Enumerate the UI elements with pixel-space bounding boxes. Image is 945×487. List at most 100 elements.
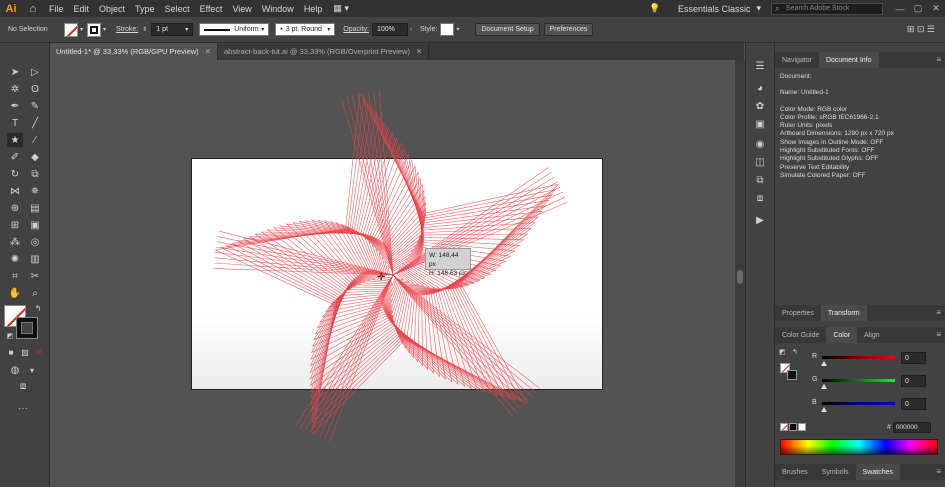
eraser-tool-icon[interactable]: ◆ <box>27 150 43 164</box>
gradient-tool-icon[interactable]: ▣ <box>27 218 43 232</box>
home-icon[interactable]: ⌂ <box>22 3 44 15</box>
graphic-styles-panel-icon[interactable]: ◉ <box>753 137 767 151</box>
shaper-tool-icon[interactable]: ✐ <box>7 150 23 164</box>
lasso-tool-icon[interactable]: ʘ <box>27 82 43 96</box>
minimize-button[interactable]: — <box>891 4 909 14</box>
variable-width-profile[interactable]: Uniform ▾ <box>199 23 270 36</box>
stroke-dropdown-icon[interactable]: ▾ <box>103 26 106 33</box>
style-dropdown-icon[interactable]: ▾ <box>456 26 459 33</box>
actions-panel-icon[interactable]: ▶ <box>753 213 767 227</box>
blend-tool-icon[interactable]: ◎ <box>27 235 43 249</box>
symbol-sprayer-tool-icon[interactable]: ✺ <box>7 252 23 266</box>
tab-symbols[interactable]: Symbols <box>815 464 856 480</box>
tab-align[interactable]: Align <box>857 327 887 343</box>
width-tool-icon[interactable]: ⋈ <box>7 184 23 198</box>
graphic-style-swatch[interactable] <box>440 23 455 36</box>
maximize-button[interactable]: ▢ <box>909 3 927 14</box>
panel-options-icon[interactable]: ≡ <box>936 467 941 476</box>
perspective-grid-tool-icon[interactable]: ▤ <box>27 201 43 215</box>
draw-mode-dropdown-icon[interactable]: ▾ <box>24 363 40 377</box>
stroke-stepper-icon[interactable]: ⇕ <box>142 26 147 33</box>
links-panel-icon[interactable]: ⧈ <box>753 191 767 205</box>
none-swatch[interactable] <box>780 423 788 431</box>
green-slider-track[interactable] <box>822 379 895 382</box>
close-button[interactable]: ✕ <box>927 3 945 14</box>
curvature-tool-icon[interactable]: ✎ <box>27 99 43 113</box>
blue-slider-track[interactable] <box>822 402 895 405</box>
red-slider-handle[interactable] <box>821 361 827 366</box>
panel-options-icon[interactable]: ≡ <box>936 308 941 317</box>
panel-options-icon[interactable]: ≡ <box>936 330 941 339</box>
tab-navigator[interactable]: Navigator <box>775 52 819 68</box>
type-tool-icon[interactable]: T <box>7 116 23 130</box>
stroke-swatch[interactable] <box>87 22 102 37</box>
menu-edit[interactable]: Edit <box>69 4 95 14</box>
menu-type[interactable]: Type <box>130 4 160 14</box>
panel-options-icon[interactable]: ≡ <box>936 55 941 64</box>
red-slider-track[interactable] <box>822 356 895 359</box>
stock-search-input[interactable]: ⌕ Search Adobe Stock <box>771 2 883 15</box>
fill-dropdown-icon[interactable]: ▾ <box>80 26 83 33</box>
fill-swatch[interactable] <box>64 22 78 37</box>
tab-untitled-1[interactable]: Untitled-1* @ 33,33% (RGB/GPU Preview) ✕ <box>50 43 218 60</box>
green-value-field[interactable]: 0 <box>901 375 926 387</box>
zoom-tool-icon[interactable]: ⌕ <box>27 286 43 300</box>
white-swatch[interactable] <box>798 423 806 431</box>
tab-color-guide[interactable]: Color Guide <box>775 327 826 343</box>
menu-object[interactable]: Object <box>94 4 130 14</box>
pen-tool-icon[interactable]: ✒ <box>7 99 23 113</box>
stroke-weight-field[interactable]: 1 pt ▾ <box>151 23 194 36</box>
scrollbar-thumb[interactable] <box>737 270 743 284</box>
blue-slider-handle[interactable] <box>821 407 827 412</box>
lightbulb-icon[interactable]: 💡 <box>646 3 664 14</box>
hand-tool-icon[interactable]: ✋ <box>7 286 23 300</box>
tab-color[interactable]: Color <box>826 327 858 343</box>
black-swatch[interactable] <box>789 423 797 431</box>
draw-mode-icon[interactable]: ◍ <box>7 363 23 377</box>
eyedropper-tool-icon[interactable]: ⁂ <box>7 235 23 249</box>
more-tools-icon[interactable]: ··· <box>15 401 31 415</box>
none-mode-icon[interactable]: ⧄ <box>31 345 47 359</box>
mesh-tool-icon[interactable]: ⊞ <box>7 218 23 232</box>
column-graph-tool-icon[interactable]: ▥ <box>27 252 43 266</box>
preferences-button[interactable]: Preferences <box>543 23 594 36</box>
brushes-panel-icon[interactable]: ✿ <box>753 99 767 113</box>
slice-tool-icon[interactable]: ✂ <box>27 269 43 283</box>
tab-properties[interactable]: Properties <box>775 305 821 321</box>
artboards-panel-icon[interactable]: ⧉ <box>753 173 767 187</box>
brush-definition[interactable]: • 3 pt. Round ▾ <box>275 23 336 36</box>
scale-tool-icon[interactable]: ⧉ <box>27 167 43 181</box>
green-slider-handle[interactable] <box>821 384 827 389</box>
screen-mode-icon[interactable]: ⧈ <box>15 379 31 393</box>
swatches-panel-icon[interactable]: ◕ <box>753 81 767 95</box>
stroke-label[interactable]: Stroke: <box>116 26 138 33</box>
close-tab-icon[interactable]: ✕ <box>416 47 422 56</box>
direct-selection-tool-icon[interactable]: ▷ <box>27 65 43 79</box>
star-blend-artwork[interactable] <box>50 60 735 487</box>
rotate-tool-icon[interactable]: ↻ <box>7 167 23 181</box>
arrange-documents-icon[interactable]: ▦ ▾ <box>333 3 349 14</box>
puppet-warp-tool-icon[interactable]: ✵ <box>27 184 43 198</box>
shape-builder-tool-icon[interactable]: ⊕ <box>7 201 23 215</box>
menu-file[interactable]: File <box>44 4 69 14</box>
opacity-label[interactable]: Opacity: <box>343 26 369 33</box>
color-spectrum[interactable] <box>780 439 938 455</box>
menu-select[interactable]: Select <box>160 4 195 14</box>
layers-panel-icon[interactable]: ◫ <box>753 155 767 169</box>
workspace-dropdown-icon[interactable]: ▾ <box>756 3 761 14</box>
line-segment-tool-icon[interactable]: ╱ <box>27 116 43 130</box>
red-value-field[interactable]: 0 <box>901 352 926 364</box>
align-icon[interactable]: ⊞ ⊡ ☰ <box>907 24 935 35</box>
artboard-tool-icon[interactable]: ⌗ <box>7 269 23 283</box>
swap-fill-stroke-icon[interactable]: ↰ <box>30 301 46 315</box>
menu-window[interactable]: Window <box>257 4 299 14</box>
star-tool-icon[interactable]: ★ <box>7 133 23 147</box>
opacity-field[interactable]: 100% <box>371 23 408 36</box>
close-tab-icon[interactable]: ✕ <box>205 47 211 56</box>
menu-effect[interactable]: Effect <box>195 4 228 14</box>
document-setup-button[interactable]: Document Setup <box>475 23 540 36</box>
panel-menu-icon[interactable]: ☰ <box>753 59 767 73</box>
selection-tool-icon[interactable]: ➤ <box>7 65 23 79</box>
tab-document-info[interactable]: Document Info <box>818 52 879 68</box>
blue-value-field[interactable]: 0 <box>901 398 926 410</box>
